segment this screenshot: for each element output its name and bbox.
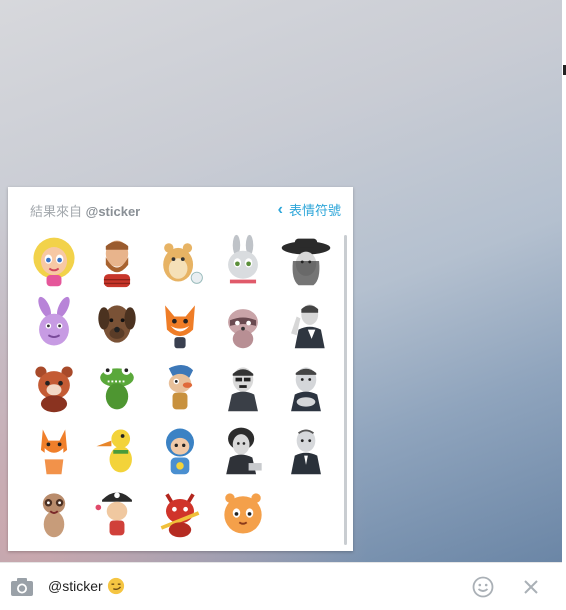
sticker-results-panel: 結果來自 @sticker ‹ 表情符號: [8, 187, 353, 551]
sticker-red-panda[interactable]: [22, 355, 85, 418]
sticker-orange-puff[interactable]: [211, 481, 274, 544]
pirate-kid-sticker-icon: [95, 491, 132, 535]
man-with-mustache-sticker-icon: [227, 366, 258, 411]
results-label: 結果來自 @sticker: [30, 201, 140, 220]
sticker-bald-man[interactable]: [274, 418, 337, 481]
sticker-cartoon-character[interactable]: [148, 355, 211, 418]
sticker-man-in-suit[interactable]: [274, 355, 337, 418]
sticker-pirate-kid[interactable]: [85, 481, 148, 544]
sticker-purple-rabbit[interactable]: [22, 292, 85, 355]
yellow-duck-sticker-icon: [95, 428, 132, 472]
sticker-curly-hair-man[interactable]: [211, 418, 274, 481]
chevron-left-icon: ‹: [277, 200, 283, 218]
sticker-raccoon[interactable]: [211, 292, 274, 355]
hamster-sticker-icon: [162, 242, 203, 284]
results-source: @sticker: [85, 204, 141, 219]
blue-hood-kid-sticker-icon: [165, 428, 194, 474]
sticker-man-with-mustache[interactable]: [211, 355, 274, 418]
green-crocodile-sticker-icon: [99, 365, 134, 409]
sticker-dog[interactable]: [85, 292, 148, 355]
fox-sticker-icon: [164, 304, 195, 348]
sticker-yellow-duck[interactable]: [85, 418, 148, 481]
red-panda-sticker-icon: [34, 365, 73, 412]
camera-icon[interactable]: [10, 577, 34, 601]
blonde-girl-sticker-icon: [32, 237, 75, 286]
woman-with-hat-sticker-icon: [281, 238, 330, 285]
cartoon-character-sticker-icon: [168, 364, 193, 409]
sticker-green-crocodile[interactable]: [85, 355, 148, 418]
sticker-meerkat[interactable]: [22, 481, 85, 544]
sticker-scrollbar[interactable]: [344, 235, 347, 545]
gentleman-gesture-sticker-icon: [290, 303, 325, 348]
sticker-blue-hood-kid[interactable]: [148, 418, 211, 481]
white-fox-sticker-icon: [40, 428, 67, 474]
meerkat-sticker-icon: [42, 492, 65, 537]
bunny-sticker-icon: [227, 234, 258, 283]
man-in-suit-sticker-icon: [290, 366, 321, 411]
sticker-hamster[interactable]: [148, 229, 211, 292]
panel-header: 結果來自 @sticker ‹ 表情符號: [8, 187, 353, 229]
red-devil-sticker-icon: [160, 492, 199, 537]
window-edge: [562, 0, 566, 609]
emoji-back-link[interactable]: ‹ 表情符號: [278, 200, 341, 219]
sticker-white-fox[interactable]: [22, 418, 85, 481]
message-composer: @sticker: [0, 562, 562, 610]
message-input[interactable]: @sticker: [48, 577, 125, 595]
purple-rabbit-sticker-icon: [37, 296, 70, 345]
smiley-icon[interactable]: [472, 576, 494, 602]
sticker-red-devil[interactable]: [148, 481, 211, 544]
curly-hair-man-sticker-icon: [225, 427, 262, 474]
sticker-gentleman-gesture[interactable]: [274, 292, 337, 355]
sticker-bunny[interactable]: [211, 229, 274, 292]
bald-man-sticker-icon: [290, 428, 321, 474]
sticker-grid: [22, 229, 337, 543]
message-input-value: @sticker: [48, 578, 103, 594]
bearded-man-sticker-icon: [103, 239, 130, 287]
sticker-bearded-man[interactable]: [85, 229, 148, 292]
results-prefix: 結果來自: [30, 204, 83, 219]
orange-puff-sticker-icon: [223, 492, 262, 534]
back-label: 表情符號: [288, 203, 341, 218]
sticker-woman-with-hat[interactable]: [274, 229, 337, 292]
close-icon[interactable]: [521, 577, 541, 601]
sticker-fox[interactable]: [148, 292, 211, 355]
sticker-blonde-girl[interactable]: [22, 229, 85, 292]
dog-sticker-icon: [97, 304, 136, 343]
raccoon-sticker-icon: [227, 308, 258, 348]
smirk-emoji-icon: [107, 577, 124, 595]
